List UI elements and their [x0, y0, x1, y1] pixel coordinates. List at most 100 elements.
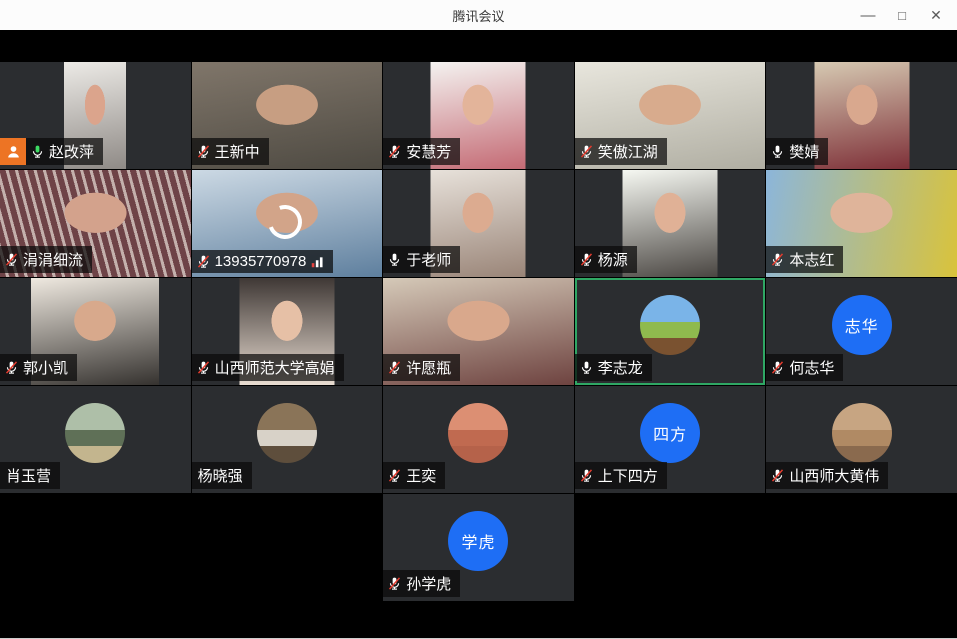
participant-tile[interactable]: 肖玉营	[0, 386, 191, 493]
mic-icon	[579, 468, 594, 483]
avatar-initials: 志华	[845, 313, 879, 337]
mic-icon	[579, 360, 594, 375]
initials-avatar: 四方	[640, 403, 700, 463]
participant-tile[interactable]: 山西师范大学高娟	[192, 278, 383, 385]
participant-name: 山西师大黄伟	[789, 465, 879, 486]
mic-icon	[770, 468, 785, 483]
mic-icon	[770, 144, 785, 159]
participant-label: 安慧芳	[383, 138, 460, 165]
participant-name: 于老师	[406, 249, 451, 270]
participant-tile[interactable]: 李志龙	[575, 278, 766, 385]
participant-tile[interactable]: 四方 上下四方	[575, 386, 766, 493]
close-button[interactable]: ✕	[919, 0, 953, 30]
network-signal-icon	[310, 255, 324, 269]
mic-icon	[579, 144, 594, 159]
participant-label: 本志红	[766, 246, 843, 273]
participant-name: 肖玉营	[6, 465, 51, 486]
participant-label: 孙学虎	[383, 570, 460, 597]
participant-tile[interactable]: 樊婧	[766, 62, 957, 169]
initials-avatar: 志华	[832, 295, 892, 355]
participant-tile[interactable]: 王新中	[192, 62, 383, 169]
participant-name: 李志龙	[598, 357, 643, 378]
participant-tile[interactable]: 山西师大黄伟	[766, 386, 957, 493]
photo-avatar	[640, 295, 700, 355]
participant-tile[interactable]: 杨晓强	[192, 386, 383, 493]
participant-tile[interactable]: 郭小凯	[0, 278, 191, 385]
participant-tile[interactable]: 笑傲江湖	[575, 62, 766, 169]
mic-icon	[387, 360, 402, 375]
participant-tile[interactable]: 赵改萍	[0, 62, 191, 169]
participant-tile[interactable]: 许愿瓶	[383, 278, 574, 385]
participant-name: 许愿瓶	[406, 357, 451, 378]
photo-avatar	[65, 403, 125, 463]
window-titlebar: 腾讯会议 — □ ✕	[0, 0, 957, 30]
participant-name: 杨晓强	[198, 465, 243, 486]
mic-icon	[4, 252, 19, 267]
participant-label: 何志华	[766, 354, 843, 381]
participant-tile[interactable]: 于老师	[383, 170, 574, 277]
mic-icon	[387, 576, 402, 591]
participant-label: 13935770978	[192, 250, 334, 273]
participant-name: 安慧芳	[406, 141, 451, 162]
participant-name: 王奕	[406, 465, 436, 486]
participant-name: 笑傲江湖	[598, 141, 658, 162]
minimize-button[interactable]: —	[851, 0, 885, 30]
maximize-button[interactable]: □	[885, 0, 919, 30]
photo-avatar	[448, 403, 508, 463]
mic-icon	[579, 252, 594, 267]
participant-tile[interactable]: 本志红	[766, 170, 957, 277]
mic-icon	[387, 468, 402, 483]
participant-label: 李志龙	[575, 354, 652, 381]
participant-tile[interactable]: 13935770978	[192, 170, 383, 277]
participant-label: 肖玉营	[0, 462, 60, 489]
mic-icon	[196, 360, 211, 375]
participant-tile[interactable]: 王奕	[383, 386, 574, 493]
photo-avatar	[832, 403, 892, 463]
participant-name: 孙学虎	[406, 573, 451, 594]
mic-icon	[30, 144, 45, 159]
participant-name: 13935770978	[215, 253, 307, 270]
participant-name: 本志红	[789, 249, 834, 270]
participant-label: 涓涓细流	[0, 246, 92, 273]
participant-name: 杨源	[598, 249, 628, 270]
photo-avatar	[257, 403, 317, 463]
participant-label: 山西师范大学高娟	[192, 354, 344, 381]
mic-icon	[387, 252, 402, 267]
mic-icon	[196, 254, 211, 269]
video-grid: 赵改萍 王新中 安慧芳 笑傲江湖	[0, 62, 957, 601]
participant-name: 赵改萍	[49, 141, 94, 162]
participant-name: 何志华	[789, 357, 834, 378]
avatar-initials: 四方	[653, 421, 687, 445]
window-title: 腾讯会议	[452, 6, 504, 25]
participant-name: 樊婧	[789, 141, 819, 162]
participant-name: 山西师范大学高娟	[215, 357, 335, 378]
participant-label: 杨源	[575, 246, 637, 273]
participant-label: 于老师	[383, 246, 460, 273]
initials-avatar: 学虎	[448, 511, 508, 571]
video-feed	[814, 62, 909, 169]
participant-name: 上下四方	[598, 465, 658, 486]
avatar-initials: 学虎	[461, 529, 495, 553]
mic-icon	[770, 252, 785, 267]
participant-label: 王奕	[383, 462, 445, 489]
mic-icon	[196, 144, 211, 159]
participant-tile[interactable]: 杨源	[575, 170, 766, 277]
participant-label: 笑傲江湖	[575, 138, 667, 165]
mic-icon	[387, 144, 402, 159]
participant-label: 樊婧	[766, 138, 828, 165]
participant-name: 郭小凯	[23, 357, 68, 378]
participant-tile[interactable]: 涓涓细流	[0, 170, 191, 277]
participant-tile[interactable]: 学虎 孙学虎	[383, 494, 574, 601]
participant-label: 郭小凯	[0, 354, 77, 381]
participant-label: 上下四方	[575, 462, 667, 489]
participant-name: 王新中	[215, 141, 260, 162]
mic-icon	[770, 360, 785, 375]
video-feed	[623, 170, 718, 277]
participant-label: 赵改萍	[0, 138, 103, 165]
host-badge-icon	[0, 138, 26, 165]
participant-tile[interactable]: 志华 何志华	[766, 278, 957, 385]
participant-label: 王新中	[192, 138, 269, 165]
window-controls: — □ ✕	[851, 0, 953, 30]
participant-label: 许愿瓶	[383, 354, 460, 381]
participant-tile[interactable]: 安慧芳	[383, 62, 574, 169]
